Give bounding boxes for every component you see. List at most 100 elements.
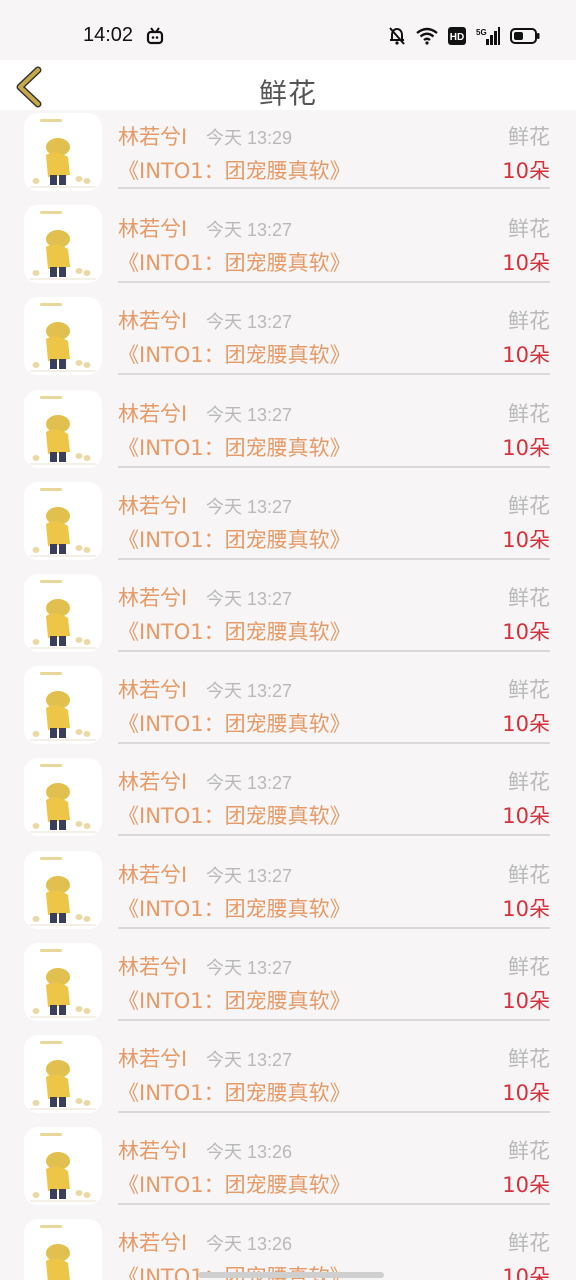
list-item[interactable]: 林若兮I 今天 13:27 鲜花 《INTO1：团宠腰真软》 10朵: [0, 942, 576, 1035]
divider: [118, 742, 550, 745]
book-title[interactable]: 《INTO1：团宠腰真软》: [118, 985, 351, 1015]
list-item[interactable]: 林若兮I 今天 13:27 鲜花 《INTO1：团宠腰真软》 10朵: [0, 389, 576, 482]
gift-type: 鲜花: [508, 309, 550, 334]
avatar[interactable]: [24, 758, 102, 837]
gift-type: 鲜花: [508, 586, 550, 610]
list-item[interactable]: 林若兮I 今天 13:29 鲜花 《INTO1：团宠腰真软》 10朵: [0, 113, 576, 205]
gift-record-list[interactable]: 林若兮I 今天 13:29 鲜花 《INTO1：团宠腰真软》 10朵 林若兮I …: [0, 110, 576, 1280]
gift-count: 10朵: [502, 1173, 550, 1198]
gift-type: 鲜花: [508, 770, 550, 795]
gift-count: 10朵: [502, 896, 550, 921]
avatar[interactable]: [24, 850, 102, 929]
avatar[interactable]: [24, 481, 102, 560]
hd-label: HD: [450, 32, 464, 43]
avatar[interactable]: [24, 1127, 102, 1206]
book-title[interactable]: 《INTO1：团宠腰真软》: [118, 800, 351, 830]
gift-type: 鲜花: [508, 954, 550, 979]
hd-icon: HD: [448, 27, 466, 49]
avatar[interactable]: [24, 205, 102, 284]
gift-count: 10朵: [502, 804, 550, 829]
sender-name: 林若兮I: [118, 1047, 188, 1071]
timestamp: 今天 13:27: [206, 681, 293, 702]
battery-icon: [510, 28, 540, 48]
avatar[interactable]: [24, 574, 102, 652]
book-title[interactable]: 《INTO1：团宠腰真软》: [118, 339, 351, 369]
timestamp: 今天 13:27: [206, 496, 293, 517]
timestamp: 今天 13:27: [206, 1050, 293, 1070]
mute-bell-icon: [388, 26, 406, 50]
timestamp: 今天 13:26: [206, 1234, 293, 1255]
divider: [118, 1111, 550, 1113]
gift-count: 10朵: [502, 1081, 550, 1105]
sender-name: 林若兮I: [118, 401, 188, 426]
sender-name: 林若兮I: [118, 954, 188, 979]
sender-name: 林若兮I: [118, 586, 188, 610]
list-item[interactable]: 林若兮I 今天 13:27 鲜花 《INTO1：团宠腰真软》 10朵: [0, 205, 576, 297]
book-title[interactable]: 《INTO1：团宠腰真软》: [118, 524, 351, 554]
list-item[interactable]: 林若兮I 今天 13:26 鲜花 《INTO1：团宠腰真软》 10朵: [0, 1219, 576, 1280]
wifi-icon: [416, 27, 438, 49]
avatar[interactable]: [24, 1219, 102, 1280]
gift-count: 10朵: [502, 620, 550, 644]
timestamp: 今天 13:27: [206, 589, 293, 609]
sender-name: 林若兮I: [118, 493, 188, 518]
gift-type: 鲜花: [508, 862, 550, 887]
gift-type: 鲜花: [508, 678, 550, 703]
timestamp: 今天 13:27: [206, 865, 293, 886]
timestamp: 今天 13:27: [206, 773, 293, 794]
gift-count: 10朵: [502, 988, 550, 1013]
avatar[interactable]: [24, 113, 102, 191]
list-item[interactable]: 林若兮I 今天 13:27 鲜花 《INTO1：团宠腰真软》 10朵: [0, 1035, 576, 1127]
sender-name: 林若兮I: [118, 309, 188, 334]
divider: [118, 465, 550, 468]
divider: [118, 926, 550, 929]
avatar[interactable]: [24, 1035, 102, 1113]
book-title[interactable]: 《INTO1：团宠腰真软》: [118, 247, 351, 277]
timestamp: 今天 13:27: [206, 957, 293, 978]
gift-count: 10朵: [502, 251, 550, 276]
timestamp: 今天 13:29: [206, 128, 293, 148]
divider: [118, 1203, 550, 1206]
book-title[interactable]: 《INTO1：团宠腰真软》: [118, 616, 351, 646]
avatar[interactable]: [24, 297, 102, 376]
divider: [118, 1018, 550, 1021]
network-label: 5G: [476, 28, 487, 37]
list-item[interactable]: 林若兮I 今天 13:27 鲜花 《INTO1：团宠腰真软》 10朵: [0, 666, 576, 758]
book-title[interactable]: 《INTO1：团宠腰真软》: [118, 893, 351, 923]
sender-name: 林若兮I: [118, 770, 188, 795]
list-item[interactable]: 林若兮I 今天 13:27 鲜花 《INTO1：团宠腰真软》 10朵: [0, 297, 576, 389]
list-item[interactable]: 林若兮I 今天 13:26 鲜花 《INTO1：团宠腰真软》 10朵: [0, 1127, 576, 1219]
avatar[interactable]: [24, 389, 102, 468]
book-title[interactable]: 《INTO1：团宠腰真软》: [118, 708, 351, 738]
status-bar: 14:02 HD 5G: [0, 0, 576, 60]
gift-type: 鲜花: [508, 1047, 550, 1071]
sender-name: 林若兮I: [118, 217, 188, 242]
gift-count: 10朵: [502, 527, 550, 552]
gift-type: 鲜花: [508, 493, 550, 518]
list-item[interactable]: 林若兮I 今天 13:27 鲜花 《INTO1：团宠腰真软》 10朵: [0, 850, 576, 943]
scroll-indicator: [198, 1272, 384, 1278]
timestamp: 今天 13:27: [206, 404, 293, 425]
list-item[interactable]: 林若兮I 今天 13:27 鲜花 《INTO1：团宠腰真软》 10朵: [0, 481, 576, 574]
sender-name: 林若兮I: [118, 678, 188, 703]
timestamp: 今天 13:27: [206, 220, 293, 241]
book-title[interactable]: 《INTO1：团宠腰真软》: [118, 1169, 351, 1199]
book-title[interactable]: 《INTO1：团宠腰真软》: [118, 155, 351, 185]
list-item[interactable]: 林若兮I 今天 13:27 鲜花 《INTO1：团宠腰真软》 10朵: [0, 758, 576, 850]
divider: [118, 187, 550, 189]
avatar[interactable]: [24, 666, 102, 745]
list-item[interactable]: 林若兮I 今天 13:27 鲜花 《INTO1：团宠腰真软》 10朵: [0, 574, 576, 666]
gift-type: 鲜花: [508, 217, 550, 242]
gift-type: 鲜花: [508, 125, 550, 149]
book-title[interactable]: 《INTO1：团宠腰真软》: [118, 432, 351, 462]
timestamp: 今天 13:26: [206, 1142, 293, 1163]
gift-type: 鲜花: [508, 1139, 550, 1164]
avatar[interactable]: [24, 942, 102, 1021]
book-title[interactable]: 《INTO1：团宠腰真软》: [118, 1077, 351, 1107]
gift-type: 鲜花: [508, 401, 550, 426]
gift-type: 鲜花: [508, 1231, 550, 1256]
sender-name: 林若兮I: [118, 125, 188, 149]
gift-count: 10朵: [502, 159, 550, 183]
page-title: 鲜花: [258, 77, 317, 110]
sender-name: 林若兮I: [118, 1139, 188, 1164]
